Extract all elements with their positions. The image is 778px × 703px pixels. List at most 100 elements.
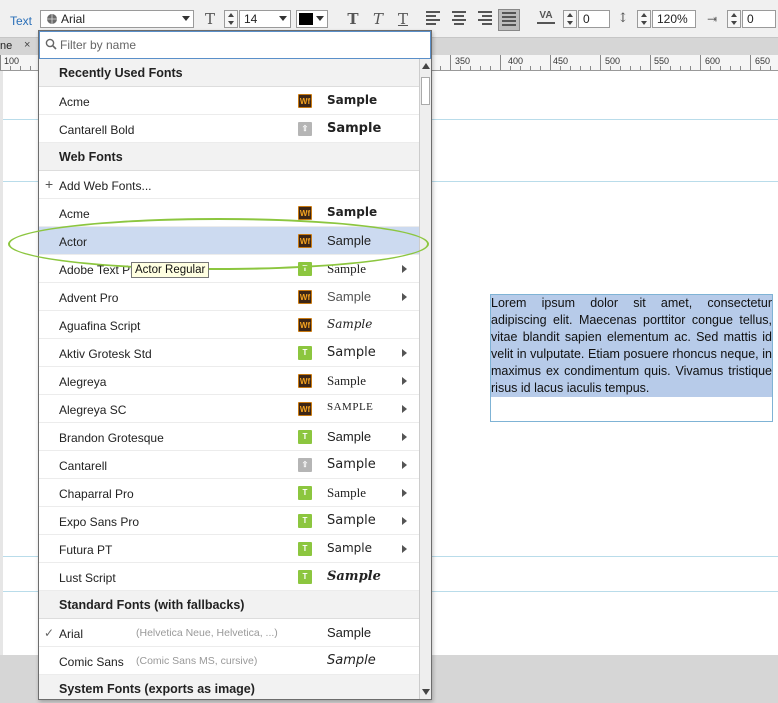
indent-stepper[interactable] xyxy=(727,10,741,28)
selected-text[interactable]: Lorem ipsum dolor sit amet, consectetur … xyxy=(491,295,772,397)
font-fallbacks: (Comic Sans MS, cursive) xyxy=(136,655,258,667)
chevron-right-icon xyxy=(402,489,407,497)
ruler-tick xyxy=(750,55,751,70)
ruler-label: 600 xyxy=(705,56,721,66)
font-item[interactable]: Futura PT T Sample xyxy=(39,535,419,563)
ruler-tick xyxy=(660,66,661,70)
font-sample: Sample xyxy=(327,457,376,472)
document-tab[interactable]: ne × xyxy=(0,38,40,55)
section-header-web: Web Fonts xyxy=(39,143,419,171)
ruler-tick xyxy=(560,66,561,70)
text-mode-label[interactable]: Text xyxy=(10,14,32,28)
chevron-right-icon xyxy=(402,433,407,441)
letter-spacing-input[interactable]: 0 xyxy=(578,10,610,28)
font-item[interactable]: Aktiv Grotesk Std T Sample xyxy=(39,339,419,367)
ruler-tick xyxy=(0,55,1,70)
adobe-font-icon: T xyxy=(298,514,312,528)
local-font-icon: ⇧ xyxy=(298,458,312,472)
font-size-value: 14 xyxy=(244,12,258,26)
letter-spacing-stepper[interactable] xyxy=(563,10,577,28)
indent-input[interactable]: 0 xyxy=(742,10,776,28)
font-size-icon: T xyxy=(204,10,215,28)
ruler-tick xyxy=(10,66,11,70)
scroll-down-icon[interactable] xyxy=(422,689,430,695)
adobe-font-icon: T xyxy=(298,570,312,584)
scroll-thumb[interactable] xyxy=(421,77,430,105)
font-item[interactable]: Cantarell ⇧ Sample xyxy=(39,451,419,479)
font-sample: Sample xyxy=(327,513,376,528)
font-sample: Sample xyxy=(327,541,372,555)
font-sample: Sample xyxy=(327,653,376,668)
font-name: Comic Sans xyxy=(59,655,124,669)
color-swatch xyxy=(299,13,313,25)
ruler-tick xyxy=(740,66,741,70)
font-name: Alegreya xyxy=(59,375,107,389)
font-size-stepper[interactable] xyxy=(224,10,238,28)
globe-icon xyxy=(47,14,57,24)
align-justify-icon[interactable] xyxy=(498,9,520,31)
font-item[interactable]: Brandon Grotesque T Sample xyxy=(39,423,419,451)
font-item[interactable]: Chaparral Pro T Sample xyxy=(39,479,419,507)
ruler-tick xyxy=(670,66,671,70)
ruler-label: 450 xyxy=(553,56,569,66)
ruler-tick xyxy=(520,66,521,70)
adobe-font-icon: T xyxy=(298,430,312,444)
line-height-stepper[interactable] xyxy=(637,10,651,28)
ruler-tick xyxy=(440,66,441,70)
scrollbar[interactable] xyxy=(419,59,431,699)
adobe-font-icon: T xyxy=(298,346,312,360)
font-item[interactable]: Advent Pro Wf Sample xyxy=(39,283,419,311)
text-color-picker[interactable] xyxy=(296,10,328,28)
font-item[interactable]: Comic Sans (Comic Sans MS, cursive) Sample xyxy=(39,647,419,675)
font-item[interactable]: Aguafina Script Wf Sample xyxy=(39,311,419,339)
underline-icon[interactable]: T xyxy=(394,10,412,28)
font-item[interactable]: Expo Sans Pro T Sample xyxy=(39,507,419,535)
section-title: Web Fonts xyxy=(59,150,123,164)
font-sample: Sample xyxy=(327,485,366,500)
section-title: Standard Fonts (with fallbacks) xyxy=(59,598,245,612)
font-list: Recently Used Fonts Acme Wf Sample Cantarel… xyxy=(39,59,419,699)
ruler-tick xyxy=(460,66,461,70)
align-center-icon[interactable] xyxy=(452,11,468,27)
font-sample: Sample xyxy=(327,345,376,360)
font-item[interactable]: Cantarell Bold ⇧ Sample xyxy=(39,115,419,143)
font-name: Acme xyxy=(59,95,90,109)
chevron-right-icon xyxy=(402,517,407,525)
font-item[interactable]: Alegreya Wf Sample xyxy=(39,367,419,395)
font-size-select[interactable]: 14 xyxy=(239,10,291,28)
font-family-select[interactable]: Arial xyxy=(40,10,194,28)
font-item[interactable]: Lust Script T Sample xyxy=(39,563,419,591)
ruler-tick xyxy=(530,66,531,70)
chevron-right-icon xyxy=(402,545,407,553)
search-icon xyxy=(45,38,57,50)
font-name: Cantarell xyxy=(59,459,108,473)
italic-icon[interactable]: T xyxy=(369,10,387,28)
ruler-tick xyxy=(490,66,491,70)
local-font-icon: ⇧ xyxy=(298,122,312,136)
ruler-tick xyxy=(480,66,481,70)
bold-icon[interactable]: T xyxy=(344,10,362,28)
letter-spacing-value: 0 xyxy=(583,12,590,26)
scroll-up-icon[interactable] xyxy=(422,63,430,69)
font-sample: Sample xyxy=(327,625,372,640)
web-font-icon: Wf xyxy=(298,290,312,304)
font-sample: Sample xyxy=(327,205,378,219)
indent-value: 0 xyxy=(747,12,754,26)
font-item[interactable]: Acme Wf Sample xyxy=(39,87,419,115)
filter-input[interactable] xyxy=(60,37,420,53)
align-right-icon[interactable] xyxy=(478,11,494,27)
chevron-right-icon xyxy=(402,349,407,357)
align-left-icon[interactable] xyxy=(426,11,442,27)
font-item[interactable]: ✓ Arial (Helvetica Neue, Helvetica, ...) Sa… xyxy=(39,619,419,647)
close-icon[interactable]: × xyxy=(24,39,30,51)
font-name: Aktiv Grotesk Std xyxy=(59,347,152,361)
ruler-tick xyxy=(640,66,641,70)
ruler-label: 550 xyxy=(654,56,670,66)
line-height-input[interactable]: 120% xyxy=(652,10,696,28)
filter-field[interactable] xyxy=(39,31,431,59)
font-name: Futura PT xyxy=(59,543,113,557)
font-item[interactable]: Alegreya SC Wf SAMPLE xyxy=(39,395,419,423)
font-name: Acme xyxy=(59,207,90,221)
text-frame[interactable]: Lorem ipsum dolor sit amet, consectetur … xyxy=(490,294,773,422)
add-web-fonts-item[interactable]: + Add Web Fonts... xyxy=(39,171,419,199)
